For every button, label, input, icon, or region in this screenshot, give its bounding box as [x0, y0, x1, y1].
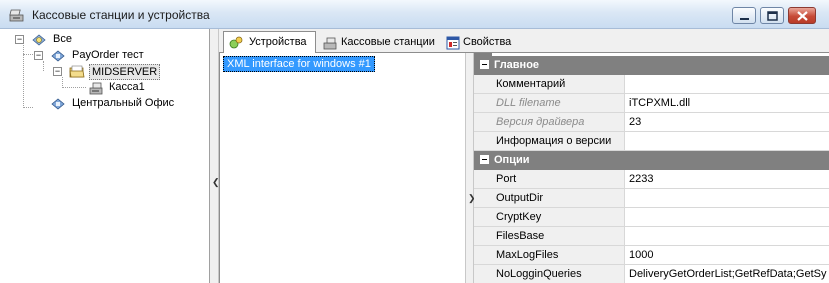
category-label: Главное [494, 59, 540, 71]
category-main[interactable]: Главное [474, 56, 829, 75]
properties-icon [446, 36, 460, 50]
tree-connector [23, 54, 33, 55]
property-row[interactable]: DLL filename iTCPXML.dll [474, 94, 829, 113]
tree-label-kassa1: Касса1 [109, 81, 145, 93]
property-value[interactable]: 2233 [625, 170, 829, 189]
property-row[interactable]: OutputDir [474, 189, 829, 208]
tree-connector [23, 107, 33, 108]
collapse-toggle[interactable]: − [34, 51, 43, 60]
maximize-icon [767, 11, 778, 21]
collapse-toggle[interactable]: − [15, 35, 24, 44]
property-name: FilesBase [496, 230, 545, 242]
collapse-toggle[interactable]: − [53, 67, 62, 76]
collapse-icon[interactable] [480, 60, 489, 69]
property-value[interactable]: DeliveryGetOrderList;GetRefData;GetSy [625, 265, 829, 283]
property-name: Комментарий [496, 78, 566, 90]
station-icon [51, 50, 65, 62]
property-name: Информация о версии [496, 135, 612, 147]
tab-devices[interactable]: Устройства [223, 31, 316, 54]
property-row[interactable]: NoLogginQueries DeliveryGetOrderList;Get… [474, 265, 829, 283]
tree-label-payorder: PayOrder тест [72, 49, 144, 61]
tree-label-midserver: MIDSERVER [89, 64, 161, 80]
tree-node-central-office[interactable]: Центральный Офис [34, 96, 204, 112]
tree-splitter[interactable]: ❮ [210, 29, 220, 283]
property-name: MaxLogFiles [496, 249, 559, 261]
minimize-icon [740, 18, 749, 20]
window-title: Кассовые станции и устройства [32, 8, 210, 22]
property-value[interactable] [625, 227, 829, 246]
tab-label: Кассовые станции [341, 36, 435, 48]
property-row[interactable]: Версия драйвера 23 [474, 113, 829, 132]
property-row[interactable]: Port 2233 [474, 170, 829, 189]
window-titlebar[interactable]: Кассовые станции и устройства [0, 0, 829, 29]
list-splitter[interactable]: ❯ [465, 53, 476, 283]
category-label: Опции [494, 154, 530, 166]
tree-label-central-office: Центральный Офис [72, 97, 175, 109]
property-row[interactable]: MaxLogFiles 1000 [474, 246, 829, 265]
property-value[interactable]: 23 [625, 113, 829, 132]
category-options[interactable]: Опции [474, 151, 829, 170]
close-button[interactable] [788, 7, 816, 24]
tab-strip: Устройства Кассовые станции Свойства [219, 29, 829, 54]
property-grid[interactable]: Главное Комментарий DLL filename iTCPXML… [474, 53, 829, 283]
tree-node-payorder[interactable]: − PayOrder тест [34, 48, 194, 64]
devices-icon [229, 36, 243, 49]
property-value[interactable] [625, 189, 829, 208]
network-icon [32, 34, 46, 46]
tab-properties[interactable]: Свойства [441, 32, 521, 53]
tree-node-kassa1[interactable]: Касса1 [88, 80, 168, 96]
cash-register-icon [323, 37, 337, 50]
property-name: CryptKey [496, 211, 542, 223]
tree-connector [62, 87, 86, 88]
property-row[interactable]: Комментарий [474, 75, 829, 94]
property-row[interactable]: CryptKey [474, 208, 829, 227]
tab-label: Свойства [463, 36, 512, 48]
tree-connector [23, 43, 24, 108]
list-item[interactable]: XML interface for windows #1 [223, 56, 375, 72]
stations-tree[interactable]: − Все − PayOrder тест − MIDSERVER Касса1… [0, 29, 210, 283]
property-name: Port [496, 173, 517, 185]
property-name: Версия драйвера [496, 116, 585, 128]
tree-label-all: Все [53, 33, 72, 45]
cash-register-icon [9, 9, 24, 22]
tree-node-all[interactable]: − Все [15, 32, 135, 48]
property-name: DLL filename [496, 97, 561, 109]
property-value[interactable]: iTCPXML.dll [625, 94, 829, 113]
property-value[interactable]: 1000 [625, 246, 829, 265]
property-name: OutputDir [496, 192, 544, 204]
close-icon [797, 11, 808, 21]
folder-icon [69, 65, 85, 78]
tab-label: Устройства [249, 36, 307, 48]
cash-register-icon [89, 82, 103, 95]
maximize-button[interactable] [760, 7, 784, 24]
tab-cash-stations[interactable]: Кассовые станции [318, 32, 438, 53]
tree-node-midserver[interactable]: − MIDSERVER [53, 64, 173, 80]
property-value[interactable] [625, 75, 829, 94]
collapse-icon[interactable] [480, 155, 489, 164]
minimize-button[interactable] [732, 7, 756, 24]
property-name: NoLogginQueries [496, 268, 582, 280]
station-icon [51, 98, 65, 110]
property-row[interactable]: FilesBase [474, 227, 829, 246]
property-value[interactable] [625, 208, 829, 227]
device-list[interactable]: XML interface for windows #1 [219, 53, 465, 283]
property-row[interactable]: Информация о версии [474, 132, 829, 151]
property-value[interactable] [625, 132, 829, 151]
